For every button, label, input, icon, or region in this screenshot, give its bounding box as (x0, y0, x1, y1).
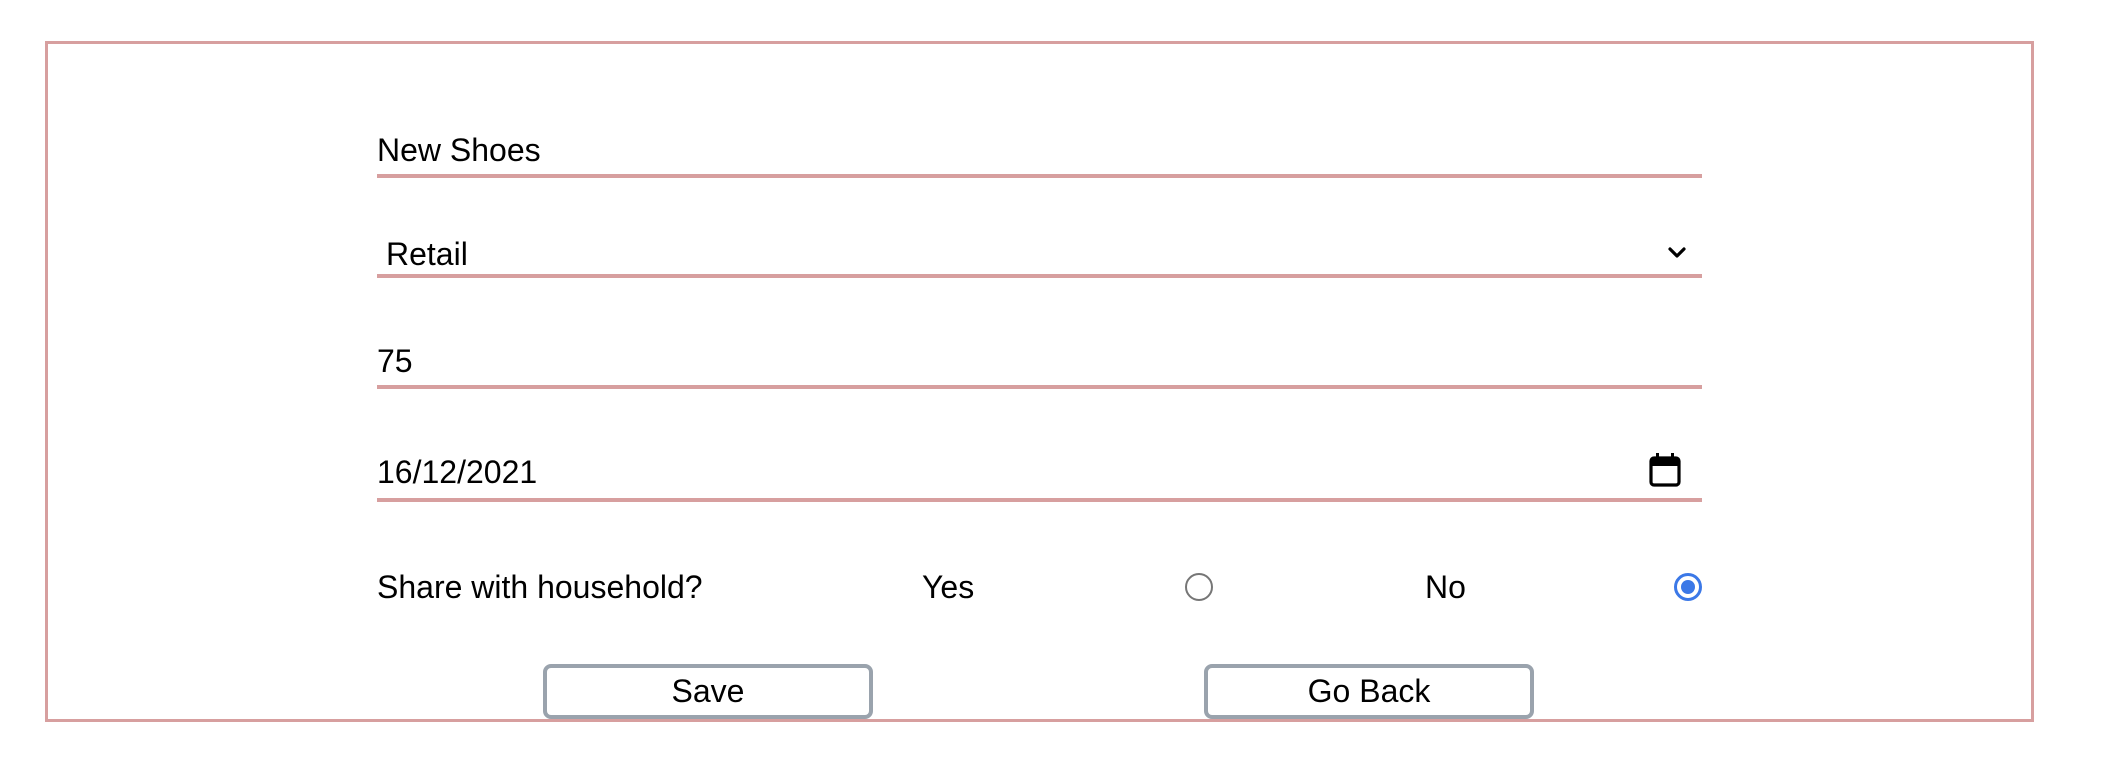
category-select-value: Retail (386, 236, 468, 272)
amount-input[interactable]: 75 (377, 335, 1702, 389)
share-with-household-label: Share with household? (377, 569, 703, 605)
chevron-down-icon (1668, 247, 1686, 258)
calendar-icon[interactable] (1648, 452, 1682, 488)
share-with-household-row: Share with household? Yes No (377, 562, 1702, 612)
save-button[interactable]: Save (543, 664, 873, 719)
category-select[interactable]: Retail (377, 230, 1702, 278)
date-input[interactable]: 16/12/2021 (377, 440, 1702, 502)
share-yes-label: Yes (922, 569, 975, 605)
share-no-label: No (1425, 569, 1466, 605)
share-no-radio[interactable] (1674, 573, 1702, 601)
share-yes-radio[interactable] (1185, 573, 1213, 601)
go-back-button[interactable]: Go Back (1204, 664, 1534, 719)
amount-input-value: 75 (377, 343, 413, 379)
date-input-value: 16/12/2021 (377, 454, 538, 490)
name-input-value: New Shoes (377, 132, 541, 168)
name-input[interactable]: New Shoes (377, 120, 1702, 178)
